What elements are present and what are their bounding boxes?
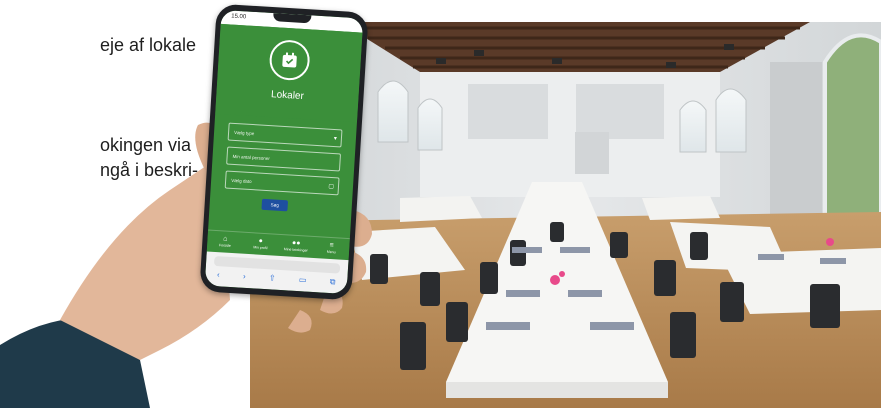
smartphone: 15.00 Lokaler Vælg type ▾ Min antal pers…: [199, 3, 369, 301]
calendar-icon: [268, 38, 311, 82]
nav-label: Mine bookinger: [283, 247, 308, 253]
app-header: Lokaler: [215, 23, 363, 123]
type-select-label: Vælg type: [233, 129, 255, 137]
nav-item-bookings[interactable]: ●● Mine bookinger: [278, 235, 315, 258]
people-count-field[interactable]: Min antal personer: [226, 146, 342, 172]
phone-screen: 15.00 Lokaler Vælg type ▾ Min antal pers…: [204, 9, 364, 295]
type-select[interactable]: Vælg type ▾: [227, 122, 343, 148]
forward-icon[interactable]: ›: [243, 272, 246, 282]
document-line: okingen via en: [100, 135, 217, 155]
date-field-label: Vælg dato: [231, 177, 252, 185]
nav-label: Forside: [218, 243, 231, 248]
app-title: Lokaler: [270, 89, 305, 103]
share-icon[interactable]: ⇧: [269, 273, 276, 283]
calendar-small-icon: ▢: [328, 183, 335, 191]
date-field[interactable]: Vælg dato ▢: [224, 170, 340, 196]
nav-item-menu[interactable]: ≡ Menu: [313, 237, 350, 260]
status-time: 15.00: [230, 13, 247, 21]
nav-item-home[interactable]: ⌂ Forside: [207, 231, 244, 254]
people-count-label: Min antal personer: [232, 153, 271, 162]
browser-toolbar: ‹ › ⇧ ▭ ⧉: [204, 251, 349, 295]
nav-label: Menu: [326, 249, 336, 255]
document-text: eje af lokale okingen via en ngå i beskr…: [0, 0, 230, 408]
search-button[interactable]: Søg: [261, 198, 289, 212]
document-line: est-: [180, 287, 211, 307]
nav-item-profile[interactable]: ● Min profil: [242, 233, 279, 256]
document-line: ngå i beskri-: [100, 160, 199, 180]
chevron-down-icon: ▾: [333, 136, 338, 143]
bookmarks-icon[interactable]: ▭: [299, 275, 307, 285]
tabs-icon[interactable]: ⧉: [329, 277, 335, 287]
document-line: eje af lokale: [100, 35, 197, 55]
nav-label: Min profil: [253, 245, 268, 251]
back-icon[interactable]: ‹: [217, 270, 220, 280]
